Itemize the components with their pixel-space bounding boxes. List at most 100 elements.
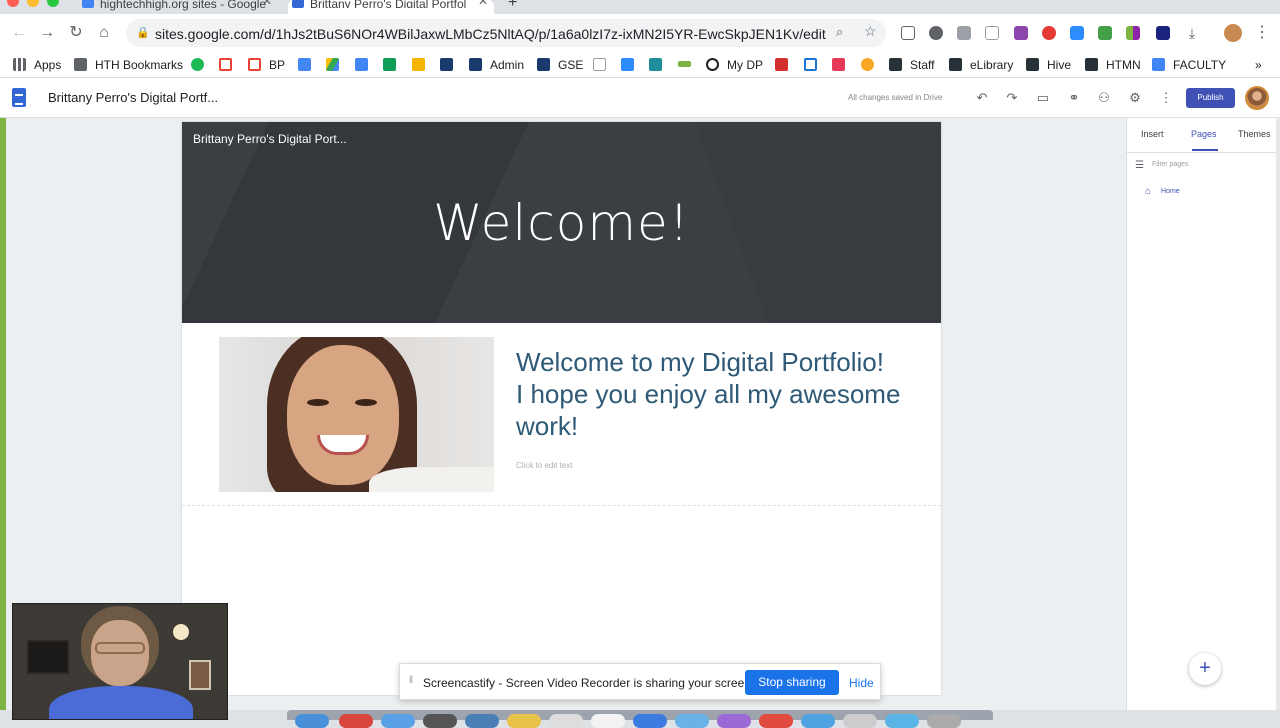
share-icon[interactable]: ⚇ <box>1096 90 1112 106</box>
close-tab-icon[interactable]: ✕ <box>478 0 488 7</box>
filter-pages-input[interactable]: Filter pages <box>1152 161 1189 168</box>
portrait-image[interactable] <box>219 337 494 492</box>
bookmark-n[interactable] <box>832 56 853 74</box>
extension-icon[interactable] <box>901 26 915 40</box>
bookmark-hive[interactable]: Hive <box>1026 56 1071 74</box>
bookmark-docs[interactable] <box>355 56 376 74</box>
extension-icon[interactable] <box>1098 26 1112 40</box>
new-tab-button[interactable]: + <box>508 0 517 12</box>
extension-icon[interactable] <box>1014 26 1028 40</box>
extension-icon[interactable] <box>985 26 999 40</box>
publish-button[interactable]: Publish <box>1186 88 1235 108</box>
bookmark-sheets[interactable] <box>383 56 404 74</box>
bookmark-slides[interactable] <box>412 56 433 74</box>
star-icon[interactable]: ☆ <box>864 23 877 40</box>
bookmark-classroom[interactable] <box>649 56 670 74</box>
bookmark-link[interactable] <box>678 56 699 74</box>
forward-icon[interactable]: → <box>36 22 58 44</box>
bookmark-zoom[interactable] <box>621 56 642 74</box>
copy-link-icon[interactable]: ⚭ <box>1066 90 1082 106</box>
zoom-icon[interactable]: ⌕ <box>836 24 843 40</box>
page-item-home[interactable]: Home <box>1161 188 1180 195</box>
finder-icon[interactable] <box>295 714 329 728</box>
extension-icon[interactable] <box>1042 26 1056 40</box>
close-window-button[interactable] <box>7 0 19 7</box>
site-document-title[interactable]: Brittany Perro's Digital Portf... <box>48 90 218 105</box>
extension-icon[interactable] <box>929 26 943 40</box>
bookmark-p[interactable] <box>440 56 461 74</box>
redo-icon[interactable]: ↷ <box>1004 90 1020 106</box>
dock-app-icon[interactable] <box>339 714 373 728</box>
bookmark-gse[interactable]: GSE <box>537 56 583 74</box>
dock-app-icon[interactable] <box>885 714 919 728</box>
page-title[interactable]: Welcome! <box>182 194 941 252</box>
dock-app-icon[interactable] <box>423 714 457 728</box>
browser-tab[interactable]: hightechhigh.org sites - Google ✕ <box>78 0 278 14</box>
edit-text-hint[interactable]: Click to edit text <box>516 461 572 470</box>
chrome-menu-icon[interactable]: ⋮ <box>1251 22 1273 44</box>
address-bar[interactable]: 🔒 sites.google.com/d/1hJs2tBuS6NOr4WBilJ… <box>126 19 886 47</box>
bookmark-staff[interactable]: Staff <box>889 56 934 74</box>
dropbox-icon[interactable] <box>957 26 971 40</box>
tab-themes[interactable]: Themes <box>1238 129 1271 139</box>
dock-app-icon[interactable] <box>801 714 835 728</box>
bookmark-bp[interactable]: BP <box>248 56 285 74</box>
back-icon[interactable]: ← <box>8 22 30 44</box>
drag-handle-icon[interactable]: ‖ <box>409 675 413 686</box>
dock-app-icon[interactable] <box>381 714 415 728</box>
maximize-window-button[interactable] <box>47 0 59 7</box>
bookmark-circle[interactable] <box>861 56 882 74</box>
home-icon: ⌂ <box>1145 186 1152 197</box>
download-icon[interactable]: ⤓ <box>1181 22 1203 44</box>
bookmark-mydp[interactable]: My DP <box>706 56 763 74</box>
dock-app-icon[interactable] <box>675 714 709 728</box>
undo-icon[interactable]: ↶ <box>974 90 990 106</box>
bookmark-page[interactable] <box>593 56 614 74</box>
browser-tab-active[interactable]: Brittany Perro's Digital Portfolio ✕ <box>288 0 494 14</box>
stop-sharing-button[interactable]: Stop sharing <box>745 670 839 695</box>
more-options-icon[interactable]: ⋮ <box>1158 90 1174 106</box>
zoom-app-icon[interactable] <box>1070 26 1084 40</box>
minimize-window-button[interactable] <box>27 0 39 7</box>
hide-button[interactable]: Hide <box>849 676 874 690</box>
add-page-button[interactable]: + <box>1189 653 1221 685</box>
extension-icon[interactable] <box>1156 26 1170 40</box>
page-header[interactable]: Brittany Perro's Digital Port... Welcome… <box>182 122 941 323</box>
site-name[interactable]: Brittany Perro's Digital Port... <box>193 132 347 146</box>
extension-icon[interactable] <box>1126 26 1140 40</box>
tab-insert[interactable]: Insert <box>1141 129 1164 139</box>
bookmark-elibrary[interactable]: eLibrary <box>949 56 1013 74</box>
home-icon[interactable]: ⌂ <box>93 22 115 44</box>
dock-app-icon[interactable] <box>843 714 877 728</box>
reload-icon[interactable]: ↻ <box>65 22 87 44</box>
dock-app-icon[interactable] <box>717 714 751 728</box>
hero-text[interactable]: Welcome to my Digital Portfolio! I hope … <box>516 346 916 442</box>
dock-app-icon[interactable] <box>465 714 499 728</box>
bookmark-red[interactable] <box>775 56 796 74</box>
bookmark-folder[interactable]: HTH Bookmarks <box>74 56 183 74</box>
google-sites-logo-icon[interactable] <box>12 88 26 107</box>
bookmark-blue[interactable] <box>804 56 825 74</box>
close-tab-icon[interactable]: ✕ <box>262 0 272 7</box>
dock-app-icon[interactable] <box>549 714 583 728</box>
bookmark-htmn[interactable]: HTMN <box>1085 56 1141 74</box>
bookmark-admin[interactable]: Admin <box>469 56 524 74</box>
profile-avatar[interactable] <box>1224 24 1242 42</box>
dock-app-icon[interactable] <box>633 714 667 728</box>
bookmark-spotify[interactable] <box>191 56 212 74</box>
bookmark-gmail[interactable] <box>219 56 240 74</box>
bookmark-calendar[interactable] <box>298 56 319 74</box>
dock-app-icon[interactable] <box>927 714 961 728</box>
bookmark-faculty[interactable]: FACULTY <box>1152 56 1226 74</box>
tab-pages[interactable]: Pages <box>1191 129 1217 139</box>
dock-app-icon[interactable] <box>507 714 541 728</box>
scrollbar[interactable] <box>1276 118 1280 710</box>
preview-icon[interactable]: ▭ <box>1035 90 1051 106</box>
more-bookmarks-button[interactable]: » <box>1255 56 1262 74</box>
account-avatar[interactable] <box>1245 86 1269 110</box>
settings-gear-icon[interactable]: ⚙ <box>1127 90 1143 106</box>
dock-app-icon[interactable] <box>759 714 793 728</box>
dock-app-icon[interactable] <box>591 714 625 728</box>
bookmark-drive[interactable] <box>326 56 347 74</box>
bookmark-apps[interactable]: Apps <box>13 56 61 74</box>
